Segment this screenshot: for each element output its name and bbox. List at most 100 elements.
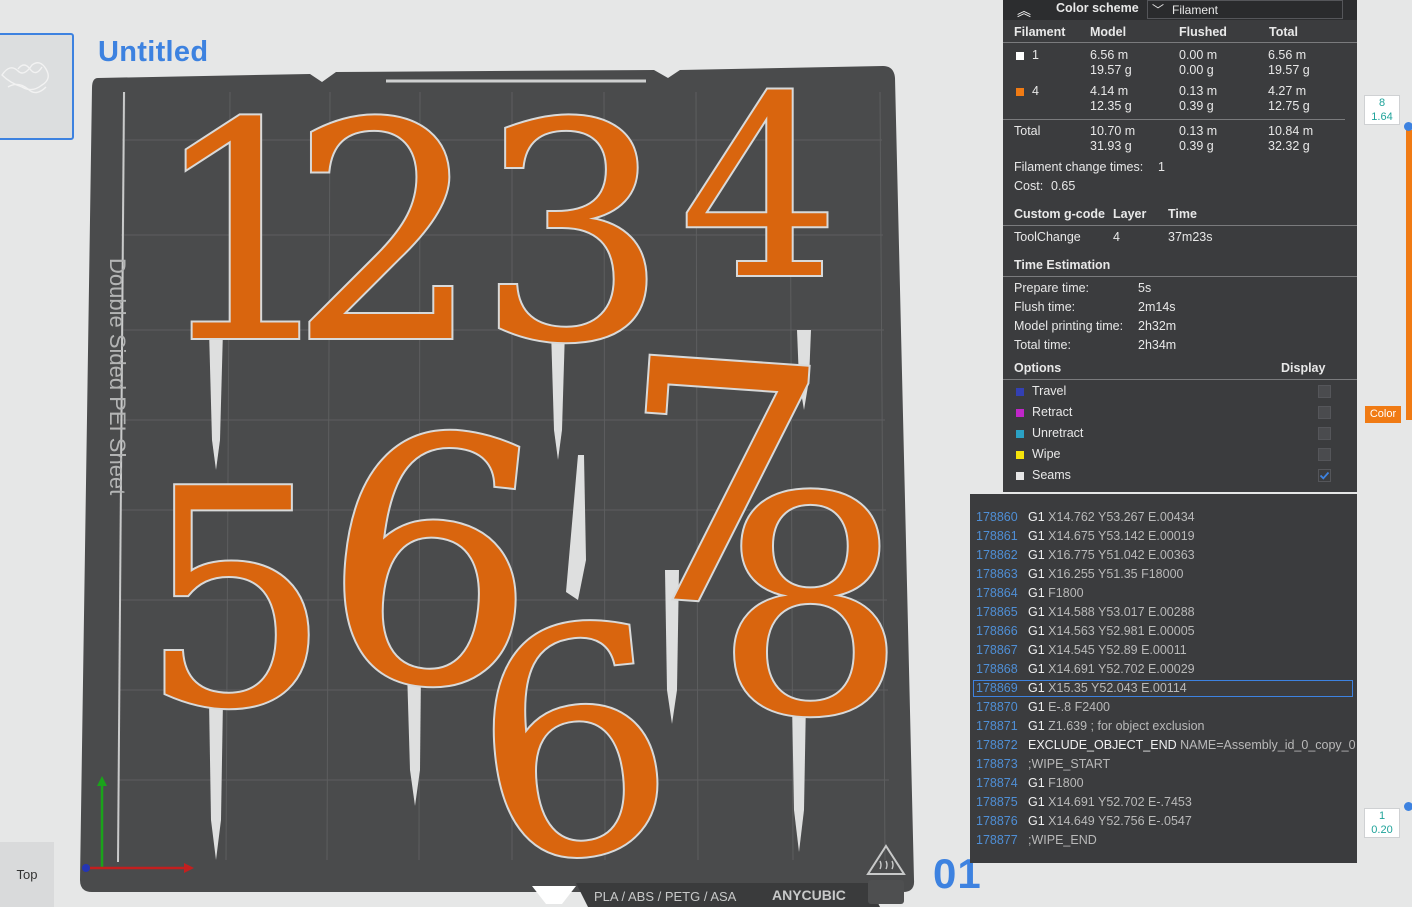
filament-4-swatch xyxy=(1016,88,1024,96)
option-label: Seams xyxy=(1032,468,1071,482)
retract-swatch xyxy=(1016,409,1024,417)
gcode-line[interactable]: 178873 ;WIPE_START xyxy=(976,755,1110,774)
gcode-line[interactable]: 178870 G1 E-.8 F2400 xyxy=(976,698,1110,717)
gcode-line-number: 178865 xyxy=(976,605,1018,619)
retract-display-checkbox[interactable] xyxy=(1318,406,1331,419)
color-scheme-value: Filament xyxy=(1172,3,1219,17)
gcode-line[interactable]: 178866 G1 X14.563 Y52.981 E.00005 xyxy=(976,622,1195,641)
seams-display-checkbox[interactable] xyxy=(1318,469,1331,482)
gcode-line[interactable]: 178863 G1 X16.255 Y51.35 F18000 xyxy=(976,565,1183,584)
collapse-icon[interactable]: ︽ xyxy=(1017,1,1031,21)
gcode-arguments: E-.8 F2400 xyxy=(1048,700,1111,714)
options-header: Options xyxy=(1014,361,1062,375)
gcode-line-number: 178862 xyxy=(976,548,1018,562)
gcode-command: G1 xyxy=(1028,795,1045,809)
gcode-viewer[interactable]: 178860 G1 X14.762 Y53.267 E.00434 178861 G1… xyxy=(970,494,1357,863)
gcode-line[interactable]: 178868 G1 X14.691 Y52.702 E.00029 xyxy=(976,660,1195,679)
gcode-line[interactable]: 178864 G1 F1800 xyxy=(976,584,1084,603)
filament-change-value: 1 xyxy=(1158,160,1165,174)
gcode-line-number: 178872 xyxy=(976,738,1018,752)
grand-total-length: 10.84 m xyxy=(1268,124,1314,138)
build-plate: 1 2 3 4 5 6 6 7 8 Double Sided PEI Sheet… xyxy=(80,41,915,907)
model-weight: 12.35 g xyxy=(1090,99,1132,113)
gcode-line-number: 178874 xyxy=(976,776,1018,790)
gcode-line[interactable]: 178875 G1 X14.691 Y52.702 E-.7453 xyxy=(976,793,1192,812)
digit-model[interactable]: 8 xyxy=(713,432,908,785)
gcode-arguments: Z1.639 ; for object exclusion xyxy=(1048,719,1205,733)
gcode-line-number: 178861 xyxy=(976,529,1018,543)
gcode-arguments: F1800 xyxy=(1048,776,1084,790)
custom-gcode-layer: 4 xyxy=(1113,230,1120,244)
bed-material-label: PLA / ABS / PETG / ASA xyxy=(594,889,737,904)
digit-model[interactable]: 4 xyxy=(678,41,841,336)
gcode-line[interactable]: 178862 G1 X16.775 Y51.042 E.00363 xyxy=(976,546,1195,565)
gcode-command: G1 xyxy=(1028,510,1045,524)
gcode-arguments: X14.563 Y52.981 E.00005 xyxy=(1048,624,1195,638)
gcode-line[interactable]: 178872 EXCLUDE_OBJECT_END NAME=Assembly_i… xyxy=(976,736,1356,755)
travel-swatch xyxy=(1016,388,1024,396)
flushed-length: 0.13 m xyxy=(1179,84,1218,98)
top-layer-number: 8 xyxy=(1378,97,1386,109)
gcode-arguments: NAME=Assembly_id_0_copy_0 xyxy=(1180,738,1356,752)
bed-brand-label: ANYCUBIC xyxy=(772,887,846,903)
time-label: Flush time: xyxy=(1014,300,1076,314)
gcode-arguments: X15.35 Y52.043 E.00114 xyxy=(1048,681,1187,695)
option-label: Unretract xyxy=(1032,426,1084,440)
checkmark-icon xyxy=(1319,471,1330,480)
option-label: Travel xyxy=(1032,384,1067,398)
bottom-layer-handle[interactable] xyxy=(1404,802,1412,811)
flushed-weight: 0.00 g xyxy=(1179,63,1214,77)
gcode-command: G1 xyxy=(1028,643,1045,657)
gcode-arguments: X14.588 Y53.017 E.00288 xyxy=(1048,605,1195,619)
gcode-line[interactable]: 178865 G1 X14.588 Y53.017 E.00288 xyxy=(976,603,1195,622)
digit-model[interactable]: 5 xyxy=(138,424,333,777)
color-change-tag[interactable]: Color xyxy=(1365,406,1401,423)
gcode-line[interactable]: 178860 G1 X14.762 Y53.267 E.00434 xyxy=(976,508,1195,527)
chevron-down-icon: ﹀ xyxy=(1152,3,1165,17)
top-layer-handle[interactable] xyxy=(1404,122,1412,131)
gcode-arguments: ;WIPE_END xyxy=(1028,833,1097,847)
color-scheme-label: Color scheme xyxy=(1056,1,1139,15)
gcode-line[interactable]: 178867 G1 X14.545 Y52.89 E.00011 xyxy=(976,641,1187,660)
gcode-arguments: X14.691 Y52.702 E-.7453 xyxy=(1048,795,1192,809)
gcode-line[interactable]: 178869 G1 X15.35 Y52.043 E.00114 xyxy=(976,679,1187,698)
3d-viewport[interactable]: Untitled 1 2 3 4 5 6 6 7 8 Double Sided … xyxy=(0,0,1412,907)
cost-label: Cost: xyxy=(1014,179,1044,193)
unretract-display-checkbox[interactable] xyxy=(1318,427,1331,440)
model-length: 4.14 m xyxy=(1090,84,1129,98)
gcode-command: G1 xyxy=(1028,814,1045,828)
cost-value: 0.65 xyxy=(1051,179,1076,193)
option-label: Retract xyxy=(1032,405,1073,419)
top-view-button[interactable]: Top xyxy=(0,842,54,907)
filament-id: 1 xyxy=(1032,48,1039,62)
flushed-length: 0.00 m xyxy=(1179,48,1218,62)
wipe-display-checkbox[interactable] xyxy=(1318,448,1331,461)
filament-1-swatch xyxy=(1016,52,1024,60)
gcode-command: G1 xyxy=(1028,529,1045,543)
digit-model[interactable]: 2 xyxy=(288,58,483,411)
custom-gcode-header: Custom g-code xyxy=(1014,207,1105,221)
gcode-line[interactable]: 178861 G1 X14.675 Y53.142 E.00019 xyxy=(976,527,1195,546)
gcode-line-number: 178869 xyxy=(976,681,1018,695)
wipe-swatch xyxy=(1016,451,1024,459)
gcode-arguments: F1800 xyxy=(1048,586,1084,600)
option-label: Wipe xyxy=(1032,447,1061,461)
gcode-line-number: 178866 xyxy=(976,624,1018,638)
color-scheme-select[interactable]: ﹀ Filament xyxy=(1147,0,1343,19)
gcode-line[interactable]: 178871 G1 Z1.639 ; for object exclusion xyxy=(976,717,1205,736)
gcode-command: G1 xyxy=(1028,776,1045,790)
gcode-arguments: X16.255 Y51.35 F18000 xyxy=(1048,567,1184,581)
bed-side-label: Double Sided PEI Sheet xyxy=(105,258,130,495)
custom-gcode-name: ToolChange xyxy=(1014,230,1081,244)
gcode-line-number: 178877 xyxy=(976,833,1018,847)
gcode-line[interactable]: 178877 ;WIPE_END xyxy=(976,831,1097,850)
seams-swatch xyxy=(1016,472,1024,480)
gcode-command: EXCLUDE_OBJECT_END xyxy=(1028,738,1177,752)
bottom-layer-number: 1 xyxy=(1378,810,1386,822)
travel-display-checkbox[interactable] xyxy=(1318,385,1331,398)
total-length: 6.56 m xyxy=(1268,48,1307,62)
gcode-line[interactable]: 178876 G1 X14.649 Y52.756 E-.0547 xyxy=(976,812,1192,831)
col-model: Model xyxy=(1090,25,1127,39)
gcode-line[interactable]: 178874 G1 F1800 xyxy=(976,774,1084,793)
model-length: 6.56 m xyxy=(1090,48,1129,62)
